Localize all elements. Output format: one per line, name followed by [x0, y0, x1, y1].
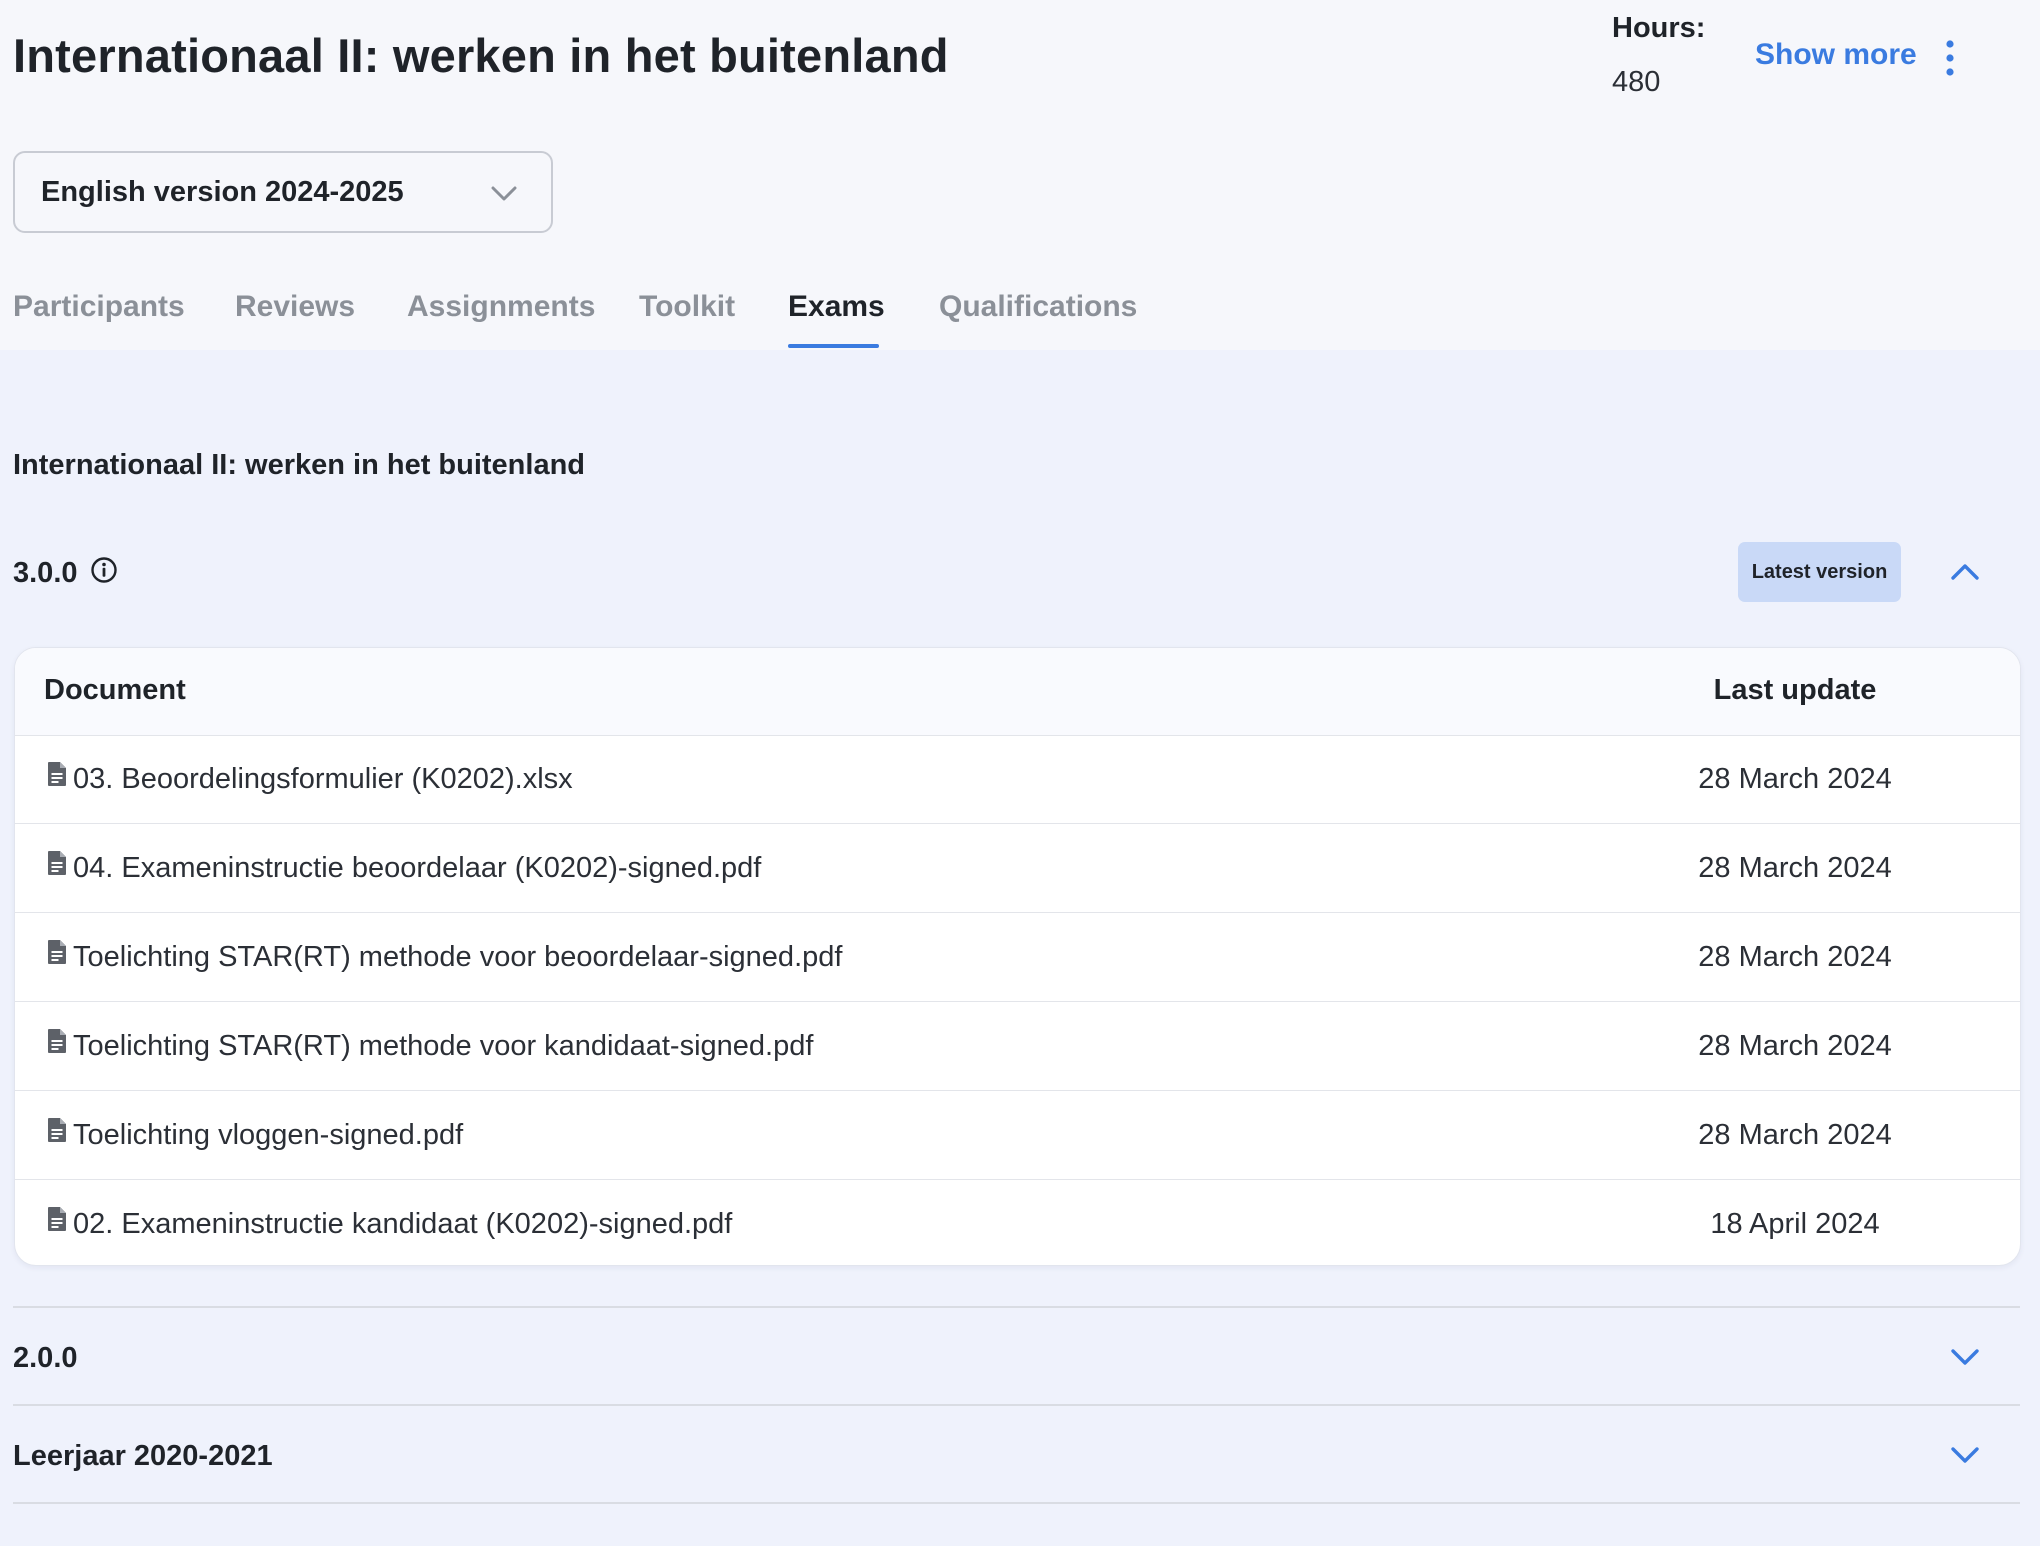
chevron-down-icon — [491, 186, 517, 201]
document-link[interactable]: Toelichting STAR(RT) methode voor beoord… — [73, 941, 842, 974]
chevron-down-icon[interactable] — [1948, 1345, 1982, 1369]
page-title: Internationaal II: werken in het buitenl… — [13, 29, 949, 82]
file-icon — [48, 851, 66, 875]
column-header-document: Document — [44, 674, 186, 706]
tab-toolkit[interactable]: Toolkit — [639, 290, 735, 324]
tab-exams[interactable]: Exams — [788, 290, 885, 324]
version-select[interactable]: English version 2024-2025 — [13, 151, 553, 233]
last-update-date: 28 March 2024 — [1698, 1030, 1892, 1062]
tab-assignments[interactable]: Assignments — [407, 290, 595, 324]
active-tab-indicator — [788, 344, 879, 348]
last-update-date: 28 March 2024 — [1698, 852, 1892, 884]
tab-reviews[interactable]: Reviews — [235, 290, 355, 324]
section-title: Internationaal II: werken in het buitenl… — [13, 449, 586, 481]
document-link[interactable]: 02. Exameninstructie kandidaat (K0202)-s… — [73, 1208, 732, 1241]
document-link[interactable]: Toelichting vloggen-signed.pdf — [73, 1119, 463, 1152]
divider — [13, 1502, 2020, 1504]
version-label[interactable]: Leerjaar 2020-2021 — [13, 1440, 273, 1473]
last-update-date: 28 March 2024 — [1698, 941, 1892, 973]
table-row[interactable]: 04. Exameninstructie beoordelaar (K0202)… — [15, 824, 2020, 913]
version-label: 3.0.0 — [13, 557, 78, 589]
file-icon — [48, 762, 66, 786]
last-update-date: 28 March 2024 — [1698, 1119, 1892, 1151]
file-icon — [48, 1118, 66, 1142]
last-update-date: 18 April 2024 — [1710, 1208, 1880, 1240]
table-row[interactable]: 02. Exameninstructie kandidaat (K0202)-s… — [15, 1180, 2020, 1265]
version-label[interactable]: 2.0.0 — [13, 1342, 78, 1375]
info-icon[interactable] — [90, 556, 118, 584]
hours-label: Hours: — [1612, 12, 1706, 44]
version-select-value: English version 2024-2025 — [41, 176, 404, 208]
table-row[interactable]: Toelichting vloggen-signed.pdf 28 March … — [15, 1091, 2020, 1180]
latest-version-badge: Latest version — [1738, 542, 1901, 602]
column-header-last-update: Last update — [1713, 674, 1877, 706]
document-link[interactable]: 03. Beoordelingsformulier (K0202).xlsx — [73, 763, 573, 796]
chevron-up-icon[interactable] — [1948, 560, 1982, 584]
page-header: Internationaal II: werken in het buitenl… — [0, 0, 2040, 350]
documents-table: Document Last update 03. Beoordelingsfor… — [14, 647, 2021, 1266]
document-link[interactable]: 04. Exameninstructie beoordelaar (K0202)… — [73, 852, 761, 885]
more-options-icon[interactable] — [1938, 38, 1962, 78]
table-header: Document Last update — [15, 648, 2020, 736]
divider — [13, 1306, 2020, 1308]
file-icon — [48, 1207, 66, 1231]
show-more-link[interactable]: Show more — [1755, 38, 1917, 72]
divider — [13, 1404, 2020, 1406]
hours-value: 480 — [1612, 66, 1661, 98]
document-link[interactable]: Toelichting STAR(RT) methode voor kandid… — [73, 1030, 813, 1063]
tab-participants[interactable]: Participants — [13, 290, 185, 324]
table-row[interactable]: 03. Beoordelingsformulier (K0202).xlsx 2… — [15, 735, 2020, 824]
table-row[interactable]: Toelichting STAR(RT) methode voor beoord… — [15, 913, 2020, 1002]
file-icon — [48, 1029, 66, 1053]
chevron-down-icon[interactable] — [1948, 1443, 1982, 1467]
file-icon — [48, 940, 66, 964]
table-row[interactable]: Toelichting STAR(RT) methode voor kandid… — [15, 1002, 2020, 1091]
tab-qualifications[interactable]: Qualifications — [939, 290, 1137, 324]
last-update-date: 28 March 2024 — [1698, 763, 1892, 795]
